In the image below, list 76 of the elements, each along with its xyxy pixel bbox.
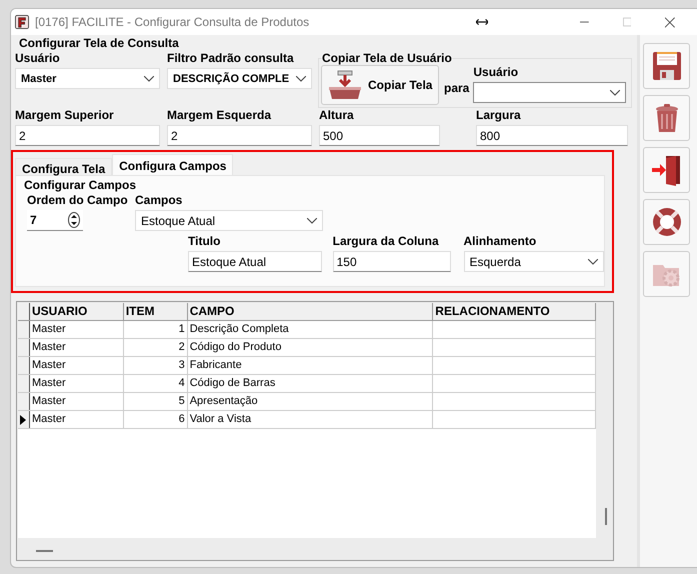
close-icon[interactable]	[665, 16, 676, 28]
field-label: Largura da Coluna	[332, 234, 440, 249]
row-indicator[interactable]	[18, 321, 30, 338]
user-dropdown[interactable]: Master	[15, 68, 160, 89]
row-indicator[interactable]	[18, 357, 30, 374]
window-title: [0176] FACILITE - Configurar Consulta de Produtos	[35, 15, 310, 29]
input-field[interactable]: Estoque Atual	[188, 251, 322, 272]
field-label: Filtro Padrão consulta	[167, 51, 295, 66]
scrollbar-thumb[interactable]	[605, 508, 607, 525]
group-title: Configurar Campos	[24, 178, 138, 192]
field-label: Margem Esquerda	[167, 108, 272, 123]
table-cell: Descrição Completa	[190, 323, 289, 335]
scrollbar-thumb[interactable]	[36, 550, 53, 552]
tab[interactable]: Configura Campos	[112, 154, 234, 175]
table-cell: Código de Barras	[190, 377, 276, 389]
order-spinner[interactable]: 7	[27, 210, 83, 231]
input-field[interactable]: 500	[319, 125, 440, 146]
table-cell: Master	[32, 395, 66, 407]
column-header[interactable]: USUARIO	[30, 303, 124, 320]
table-cell: 5	[178, 395, 185, 407]
row-indicator[interactable]	[18, 411, 30, 428]
app-logo-icon	[15, 14, 29, 30]
spin-arrows-icon[interactable]	[68, 212, 80, 228]
caret-icon	[307, 218, 317, 224]
resize-icon[interactable]	[476, 18, 488, 26]
save-button[interactable]	[643, 43, 690, 89]
input-field[interactable]: 800	[476, 125, 628, 146]
field-label: Largura	[476, 108, 522, 123]
table-cell: 1	[178, 323, 185, 335]
table-cell: Master	[32, 359, 66, 371]
tab[interactable]: Configura Tela	[15, 158, 112, 175]
field-label: Titulo	[188, 234, 222, 249]
group-title: Copiar Tela de Usuário	[322, 51, 452, 65]
caret-icon	[588, 258, 598, 264]
column-header[interactable]: CAMPO	[188, 303, 434, 320]
row-indicator[interactable]	[18, 375, 30, 392]
caret-icon	[296, 76, 306, 82]
table-cell: Valor a Vista	[190, 413, 252, 425]
field-label: Usuário	[15, 51, 61, 66]
para-label: para	[444, 81, 470, 97]
input-field[interactable]: 2	[15, 125, 160, 146]
table-cell: Master	[32, 323, 66, 335]
table-cell: Fabricante	[190, 359, 242, 371]
caret-icon	[144, 76, 154, 82]
table-cell: 3	[178, 359, 185, 371]
field-label: Altura	[319, 108, 355, 123]
table-cell: Master	[32, 413, 66, 425]
row-indicator[interactable]	[18, 393, 30, 410]
row-indicator[interactable]	[18, 339, 30, 356]
table-cell: Master	[32, 377, 66, 389]
table-cell: Código do Produto	[190, 341, 282, 353]
target-user-dropdown[interactable]	[473, 82, 626, 103]
caret-icon	[610, 90, 620, 96]
table-cell: 6	[178, 413, 185, 425]
column-header[interactable]: ITEM	[124, 303, 188, 320]
group-title: Configurar Tela de Consulta	[19, 36, 180, 50]
table-cell: 2	[178, 341, 185, 353]
column-header[interactable]: RELACIONAMENTO	[433, 303, 596, 320]
alignment-dropdown[interactable]: Esquerda	[464, 251, 604, 272]
copy-button[interactable]: Copiar Tela	[321, 65, 439, 105]
field-label: Margem Superior	[15, 108, 115, 123]
input-field[interactable]: 150	[332, 251, 450, 272]
table-cell: Master	[32, 341, 66, 353]
table-cell: Apresentação	[190, 395, 258, 407]
field-label: Usuário	[473, 65, 520, 80]
input-field[interactable]: 2	[167, 125, 312, 146]
field-dropdown[interactable]: Estoque Atual	[135, 210, 323, 231]
field-label: Campos	[135, 193, 184, 208]
table-cell: 4	[178, 377, 185, 389]
copy-tray-icon	[326, 69, 364, 101]
help-button[interactable]	[643, 199, 690, 245]
exit-button[interactable]	[643, 147, 690, 193]
field-label: Ordem do Campo	[27, 193, 129, 208]
filter-dropdown[interactable]: DESCRIÇÃO COMPLE	[167, 68, 312, 89]
field-label: Alinhamento	[464, 234, 538, 249]
delete-button[interactable]	[643, 95, 690, 141]
